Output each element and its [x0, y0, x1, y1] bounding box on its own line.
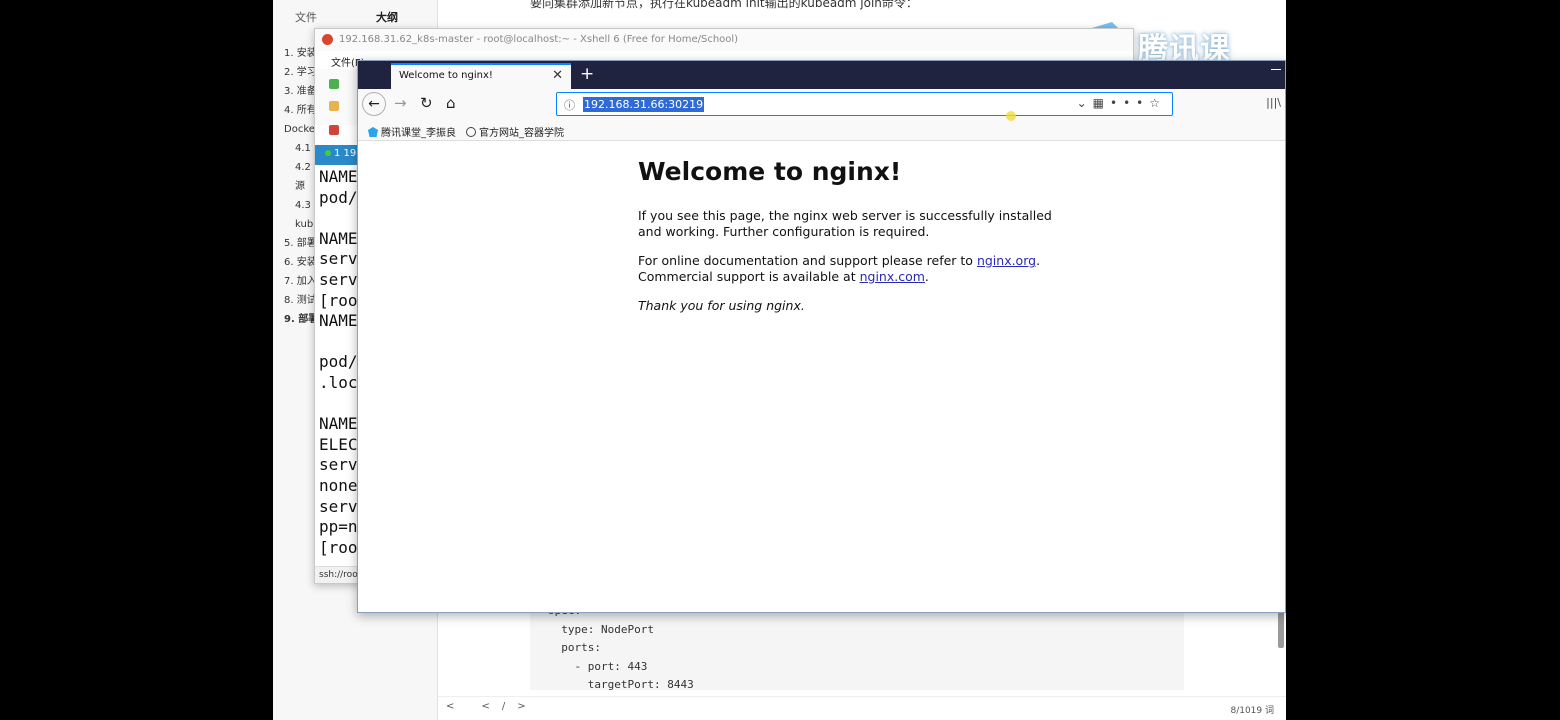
bookmark-label: 官方网站_容器学院	[479, 128, 564, 139]
back-arrow-icon[interactable]: ←	[362, 92, 386, 116]
word-count: 8/1019 词	[1230, 706, 1274, 716]
doc-scrollbar[interactable]	[1278, 610, 1284, 648]
library-icon[interactable]: |||\	[1266, 96, 1281, 109]
desktop-screen: 文件 大纲 1. 安装 2. 学习 3. 准备 4. 所有 Docker 4.1 4.2 源 4…	[273, 0, 1286, 720]
sidebar-tab-files[interactable]: 文件	[295, 9, 317, 25]
bookmark-tencent-classroom[interactable]: 腾讯课堂_李振良	[368, 124, 456, 139]
xshell-title: 192.168.31.62_k8s-master - root@localhos…	[339, 34, 739, 45]
thanks-paragraph: Thank you for using nginx.	[638, 298, 1068, 314]
page-content: Welcome to nginx! If you see this page, …	[358, 141, 1285, 612]
xshell-app-icon	[322, 34, 333, 45]
xshell-title-bar[interactable]: 192.168.31.62_k8s-master - root@localhos…	[315, 29, 1133, 51]
mouse-cursor-highlight	[1006, 111, 1016, 121]
nginx-com-link[interactable]: nginx.com	[860, 269, 925, 284]
intro-paragraph: If you see this page, the nginx web serv…	[638, 208, 1052, 239]
thanks-text: Thank you for using nginx.	[638, 298, 805, 313]
bookmark-official-site[interactable]: 官方网站_容器学院	[466, 124, 564, 139]
reload-icon[interactable]: ↻	[420, 94, 433, 112]
bookmarks-toolbar: 腾讯课堂_李振良 官方网站_容器学院	[358, 119, 1285, 141]
url-text[interactable]: 192.168.31.66:30219	[583, 97, 705, 112]
code-line: - port: 443	[548, 659, 648, 673]
tencent-bookmark-icon	[368, 127, 378, 137]
nginx-org-link[interactable]: nginx.org	[977, 253, 1036, 268]
url-dropdown-icon[interactable]: ⌄	[1077, 96, 1093, 110]
xshell-tab-label: 1 19	[334, 148, 357, 159]
open-folder-icon[interactable]	[329, 101, 339, 111]
forward-arrow-icon[interactable]: →	[394, 94, 407, 112]
doc-status-nav[interactable]: < </>	[446, 701, 538, 712]
tab-welcome-nginx[interactable]: Welcome to nginx! ✕	[391, 63, 571, 89]
home-icon[interactable]: ⌂	[446, 94, 456, 112]
bookmark-label: 腾讯课堂_李振良	[381, 128, 456, 139]
firefox-tab-bar: Welcome to nginx! ✕ +	[358, 61, 1285, 89]
firefox-nav-bar: ← → ↻ ⌂ ⓘ 192.168.31.66:30219 ⌄▦•••☆ |||…	[358, 89, 1285, 119]
code-line: type: NodePort	[548, 622, 654, 636]
bookmark-star-icon[interactable]: ☆	[1149, 96, 1166, 110]
support-text: .	[924, 269, 929, 284]
doc-status-bar: < </> 8/1019 词	[438, 696, 1286, 720]
tab-close-icon[interactable]: ✕	[552, 68, 563, 83]
firefox-window: Welcome to nginx! ✕ + ← → ↻ ⌂ ⓘ 192.168.…	[357, 60, 1286, 613]
page-actions-icon[interactable]: •••	[1110, 96, 1149, 110]
support-paragraph: For online documentation and support ple…	[638, 253, 1068, 285]
tool-red-icon[interactable]	[329, 125, 339, 135]
nginx-welcome: Welcome to nginx! If you see this page, …	[638, 157, 1068, 327]
new-tab-icon[interactable]: +	[580, 64, 594, 84]
page-heading: Welcome to nginx!	[638, 157, 902, 186]
new-session-icon[interactable]	[329, 79, 339, 89]
connected-indicator-icon	[325, 150, 331, 156]
code-line: targetPort: 8443	[548, 678, 694, 691]
support-text: For online documentation and support ple…	[638, 253, 977, 268]
qr-code-icon[interactable]: ▦	[1093, 96, 1110, 110]
code-line: ports:	[548, 641, 601, 654]
site-info-icon[interactable]: ⓘ	[564, 97, 575, 113]
minimize-icon[interactable]	[1271, 69, 1281, 70]
globe-icon	[466, 127, 476, 137]
tab-title: Welcome to nginx!	[399, 70, 493, 81]
url-bar[interactable]: ⓘ 192.168.31.66:30219 ⌄▦•••☆	[556, 92, 1173, 116]
doc-top-text: 要向集群添加新节点，执行在kubeadm init输出的kubeadm join…	[530, 0, 918, 10]
xshell-session-tab[interactable]: 1 19	[315, 145, 357, 165]
sidebar-tab-outline[interactable]: 大纲	[376, 9, 398, 25]
